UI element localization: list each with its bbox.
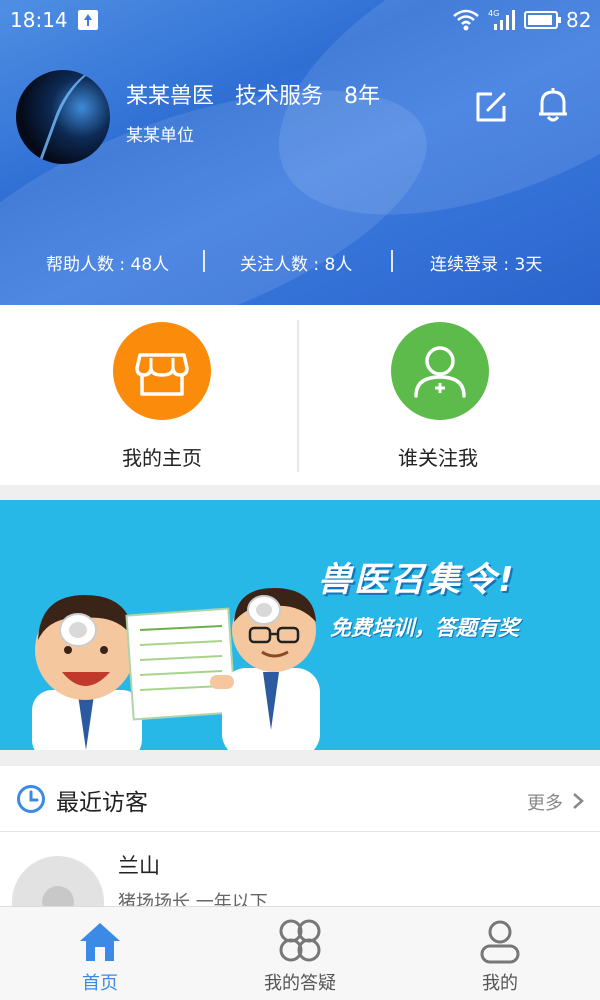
tab-my-answers-label: 我的答疑 — [264, 973, 336, 994]
status-time: 18:14 — [10, 8, 68, 32]
quick-actions: 我的主页 谁关注我 — [0, 305, 600, 485]
profile-title-line: 某某兽医 技术服务 8年 — [126, 78, 394, 110]
battery-percent: 82 — [566, 8, 592, 32]
person-icon — [480, 920, 520, 964]
svg-text:4G: 4G — [488, 9, 499, 18]
tab-my-answers[interactable]: 我的答疑 — [200, 907, 400, 1000]
tab-home[interactable]: 首页 — [0, 907, 200, 1000]
clock-icon — [17, 785, 45, 813]
recent-visitors-section: 最近访客 更多 兰山 猪场场长 一年以下 — [0, 766, 600, 906]
stat-login-streak: 连续登录 : 3天 — [430, 255, 543, 275]
profile-header: 18:14 4G 82 某某兽医 技术服务 8年 某某单位 帮助人数 : 48人… — [0, 0, 600, 305]
stat-helped: 帮助人数 : 48人 — [46, 255, 170, 275]
who-follows-me-label: 谁关注我 — [398, 446, 478, 470]
visitor-name: 兰山 — [118, 854, 160, 878]
stat-followers: 关注人数 : 8人 — [240, 255, 353, 275]
visitor-description: 猪场场长 一年以下 — [118, 892, 268, 906]
promo-banner[interactable]: 兽医召集令! 免费培训，答题有奖 — [0, 500, 600, 750]
edit-icon[interactable] — [474, 90, 508, 124]
profile-stats: 帮助人数 : 48人 关注人数 : 8人 连续登录 : 3天 — [0, 248, 600, 278]
follower-icon-circle[interactable] — [391, 322, 489, 420]
visitor-avatar — [12, 856, 104, 906]
profile-role: 技术服务 — [235, 84, 324, 109]
tab-mine[interactable]: 我的 — [400, 907, 600, 1000]
upload-icon — [78, 10, 98, 30]
stat-divider — [203, 250, 205, 272]
clover-icon — [279, 919, 321, 962]
tab-mine-label: 我的 — [482, 973, 518, 994]
profile-name: 某某兽医 — [126, 84, 215, 109]
banner-title: 兽医召集令! — [318, 560, 516, 600]
chevron-right-icon[interactable] — [572, 792, 584, 810]
profile-organization: 某某单位 — [126, 126, 194, 146]
more-link[interactable]: 更多 — [527, 789, 563, 815]
avatar[interactable] — [16, 70, 110, 164]
my-homepage-label: 我的主页 — [122, 446, 202, 470]
store-icon — [135, 353, 189, 396]
recent-visitors-header: 最近访客 更多 — [0, 766, 600, 832]
status-bar: 18:14 4G 82 — [0, 0, 600, 40]
bell-icon[interactable] — [536, 86, 570, 124]
profile-years: 8年 — [344, 84, 381, 109]
banner-subtitle: 免费培训，答题有奖 — [330, 616, 519, 640]
recent-visitors-title: 最近访客 — [56, 790, 148, 816]
wifi-icon — [453, 9, 479, 31]
bottom-tab-bar: 首页 我的答疑 我的 — [0, 906, 600, 1000]
actions-divider — [297, 320, 299, 472]
battery-icon — [524, 11, 561, 29]
home-icon — [80, 923, 120, 961]
store-icon-circle[interactable] — [113, 322, 211, 420]
add-person-icon — [414, 346, 466, 398]
tab-home-label: 首页 — [82, 973, 118, 994]
signal-icon: 4G — [488, 9, 515, 30]
stat-divider — [391, 250, 393, 272]
